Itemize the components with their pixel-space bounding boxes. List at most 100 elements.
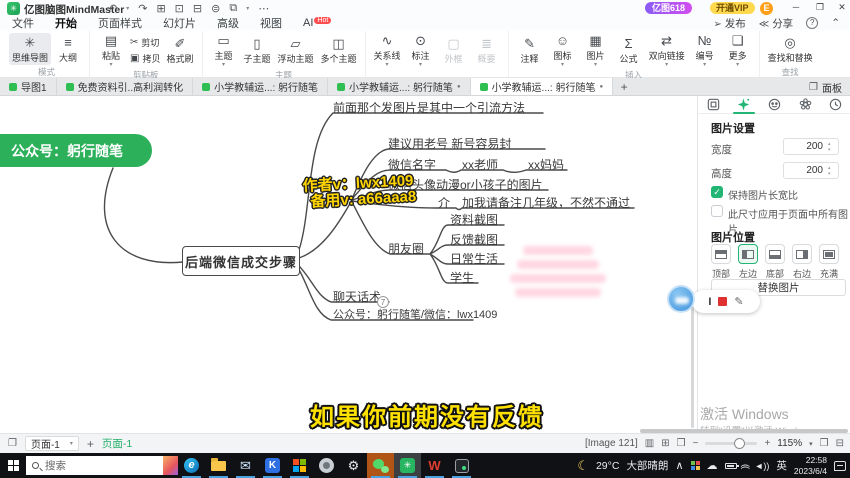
node-moments-material[interactable]: 资料截图 [450, 211, 498, 228]
keep-ratio-checkbox[interactable]: ✓ [711, 186, 723, 198]
theme-tab[interactable] [792, 96, 818, 113]
callout-button[interactable]: ⊙标注▾ [405, 31, 437, 69]
gpu-tray-icon[interactable] [691, 461, 700, 470]
node-chat-script[interactable]: 聊天话术 [333, 288, 381, 305]
page-dropdown[interactable]: 页面-1▾ [25, 436, 79, 451]
relationship-button[interactable]: ∿关系线▾ [371, 31, 404, 69]
style-tab[interactable] [731, 96, 757, 113]
icon-insert-button[interactable]: ☺图标▾ [547, 31, 579, 69]
zoom-in-icon[interactable]: + [764, 438, 770, 449]
weather-temperature[interactable]: 29°C [596, 460, 619, 472]
find-replace-button[interactable]: ◎查找和替换 [765, 33, 816, 65]
node-name-mother[interactable]: xx妈妈 [528, 156, 564, 173]
height-stepper[interactable]: ▴▾ [828, 165, 831, 177]
zoom-out-icon[interactable]: − [693, 438, 699, 449]
topic-button[interactable]: ▭主题▾ [208, 31, 240, 69]
apply-all-checkbox[interactable] [711, 205, 723, 217]
outline-mode-button[interactable]: ≡大纲 [52, 33, 84, 65]
doc-tab-2[interactable]: 免费资料引..高利润转化 [57, 78, 194, 95]
minimize-button[interactable]: ─ [786, 0, 806, 15]
formula-button[interactable]: Σ公式 [613, 34, 645, 66]
node-name-teacher[interactable]: xx老师 [462, 156, 498, 173]
active-page-tab[interactable]: 页面-1 [102, 436, 132, 451]
menu-slides[interactable]: 幻灯片 [161, 15, 198, 31]
add-page-button[interactable]: + [87, 437, 94, 451]
weather-text[interactable]: 大部晴朗 [626, 458, 668, 473]
grid-view-icon[interactable]: ⊞ [661, 438, 669, 449]
subtopic-button[interactable]: ▯子主题 [241, 34, 274, 66]
pagination-view-icon[interactable]: ▥ [645, 438, 654, 449]
speaker-icon[interactable]: ◄)) [755, 461, 770, 471]
start-button[interactable] [0, 453, 26, 478]
redo-icon[interactable]: ↷ [138, 2, 147, 15]
promo-badge[interactable]: 亿图618 [645, 2, 692, 14]
menu-file[interactable]: 文件 [10, 15, 36, 31]
taskbar-settings-icon[interactable]: ⚙ [340, 453, 367, 478]
node-intro-note[interactable]: 加我请备注几年级，不然不通过 [462, 194, 630, 211]
taskbar-gray-app-icon[interactable] [313, 453, 340, 478]
node-wechat-name[interactable]: 微信名字 [388, 156, 436, 173]
print-icon[interactable]: ⊜ [211, 2, 220, 15]
cloud-tray-icon[interactable]: ☁ [707, 459, 718, 472]
save-doc-icon[interactable]: ⊟ [193, 2, 202, 15]
taskbar-recorder-icon[interactable] [448, 453, 475, 478]
zoom-level[interactable]: 115% [777, 438, 802, 449]
more-actions-icon[interactable]: ⋯ [258, 2, 269, 15]
notification-center-icon[interactable] [834, 461, 846, 471]
multi-topic-button[interactable]: ◫多个主题 [318, 34, 360, 66]
battery-icon[interactable] [725, 463, 737, 469]
copy-button[interactable]: ▣拷贝 [130, 52, 160, 65]
undo-icon[interactable]: ↶ [108, 2, 117, 15]
screen-annotation-toolbar[interactable]: I ✎ [692, 290, 760, 313]
history-tab[interactable] [823, 96, 849, 113]
zoom-slider-knob[interactable] [734, 438, 745, 449]
node-official-account-pill[interactable]: 公众号：躬行随笔 [0, 134, 152, 167]
format-tab[interactable] [700, 96, 726, 113]
panel-toggle-button[interactable]: ❐面板 [809, 78, 842, 96]
split-view-icon[interactable]: ⊟ [836, 438, 844, 449]
taskbar-search[interactable]: 搜索 [26, 456, 178, 475]
publish-button[interactable]: ➢ 发布 [713, 16, 745, 31]
taskbar-wps-icon[interactable]: W [421, 453, 448, 478]
node-moments[interactable]: 朋友圈 [388, 240, 424, 257]
taskbar-wechat-icon[interactable] [367, 453, 394, 478]
maximize-button[interactable]: ❐ [810, 0, 830, 15]
doc-tab-5[interactable]: 小学教辅运...: 躬行随笔● [471, 78, 614, 95]
format-painter-button[interactable]: ✐格式刷 [163, 34, 196, 66]
hidden-icons-chevron[interactable]: ∧ [675, 459, 683, 472]
image-insert-button[interactable]: ▦图片▾ [580, 31, 612, 69]
position-left-button[interactable] [738, 244, 758, 264]
menu-ai[interactable]: AIHot [301, 17, 333, 29]
paste-button[interactable]: ▤粘贴▾ [95, 31, 127, 69]
collapse-ribbon-icon[interactable]: ⌃ [831, 17, 840, 29]
help-icon[interactable]: ? [806, 17, 818, 29]
menu-home[interactable]: 开始 [53, 15, 79, 31]
numbering-button[interactable]: №编号▾ [689, 31, 721, 69]
horizontal-scrollbar[interactable] [640, 429, 848, 433]
more-insert-button[interactable]: ❏更多▾ [722, 31, 754, 69]
cut-button[interactable]: ✂剪切 [130, 36, 160, 49]
bidirectional-link-button[interactable]: ⇄双向链接▾ [646, 31, 688, 69]
export-icon[interactable]: ⧉ [229, 2, 237, 15]
share-button[interactable]: ≪ 分享 [759, 16, 793, 31]
new-tab-button[interactable]: + [613, 78, 635, 95]
text-cursor-icon[interactable]: I [708, 296, 711, 308]
node-top-note[interactable]: 前面那个发图片是其中一个引流方法 [333, 99, 525, 116]
fit-view-icon[interactable]: ❒ [677, 438, 686, 449]
menu-advanced[interactable]: 高级 [215, 15, 241, 31]
zoom-caret-icon[interactable]: ▾ [809, 440, 813, 448]
taskbar-explorer-icon[interactable] [205, 453, 232, 478]
node-central-topic[interactable]: 后端微信成交步骤 [182, 246, 300, 276]
fullscreen-icon[interactable]: ❒ [820, 438, 829, 449]
node-intro-fragment[interactable]: 介 [438, 194, 450, 211]
width-stepper[interactable]: ▴▾ [828, 141, 831, 153]
pen-icon[interactable]: ✎ [734, 295, 743, 308]
undo-caret-icon[interactable]: ▾ [126, 5, 129, 12]
zoom-slider[interactable] [705, 442, 757, 445]
menu-page-style[interactable]: 页面样式 [96, 15, 144, 31]
red-marker-swatch[interactable] [718, 297, 727, 306]
open-doc-icon[interactable]: ⊡ [175, 2, 184, 15]
page-overview-icon[interactable]: ❐ [8, 438, 17, 449]
mindmap-canvas[interactable]: 公众号：躬行随笔 后端微信成交步骤 前面那个发图片是其中一个引流方法 建议用老号… [0, 96, 697, 433]
node-advice[interactable]: 建议用老号 新号容易封 [388, 135, 511, 152]
